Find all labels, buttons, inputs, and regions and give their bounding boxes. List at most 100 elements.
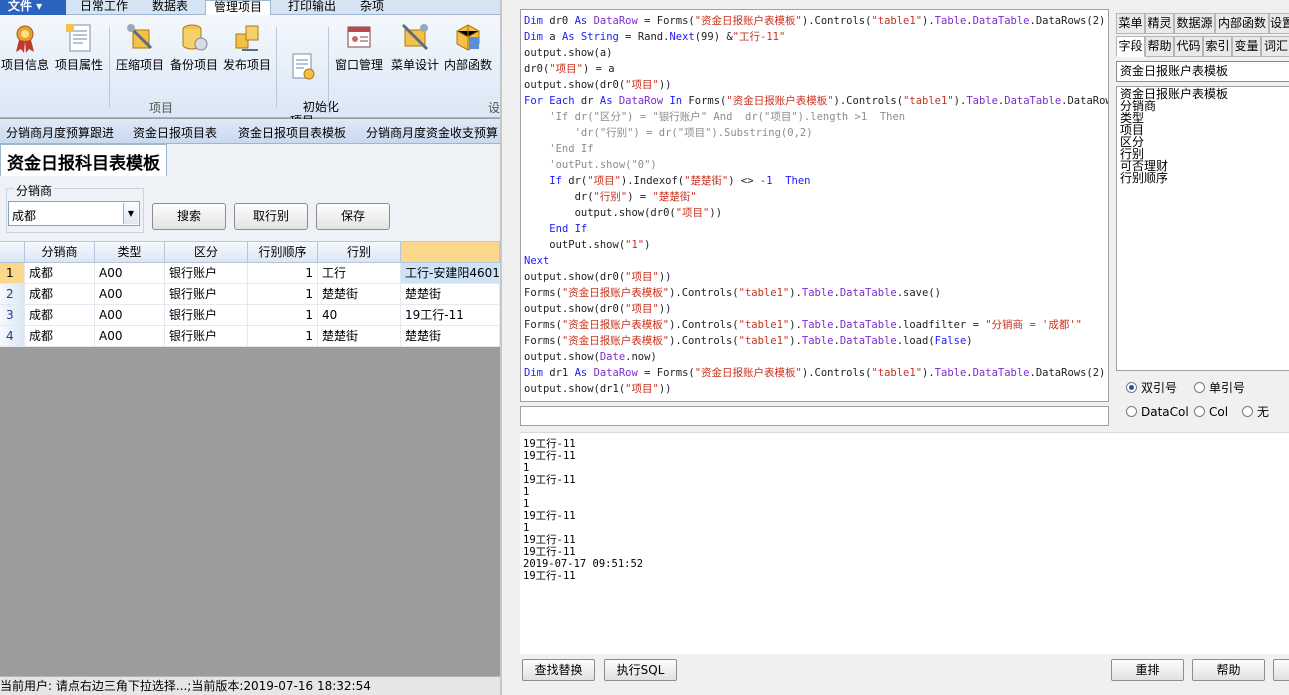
get-bank-type-button[interactable]: 取行别 — [234, 203, 308, 230]
tab-daily-work[interactable]: 日常工作 — [72, 0, 136, 15]
code-line[interactable]: Dim dr0 As DataRow = Forms("资金日报账户表模板").… — [524, 13, 1105, 29]
side-tab-datasource[interactable]: 数据源 — [1174, 13, 1215, 34]
radio-datacol[interactable]: DataCol — [1126, 405, 1189, 419]
row-number[interactable]: 4 — [0, 326, 25, 347]
field-list-item[interactable]: 行别顺序 — [1120, 172, 1168, 184]
code-editor[interactable]: Dim dr0 As DataRow = Forms("资金日报账户表模板").… — [520, 9, 1109, 402]
cell-distributor[interactable]: 成都 — [25, 284, 95, 305]
code-line[interactable]: End If — [524, 221, 587, 237]
cell-category[interactable]: 银行账户 — [165, 326, 248, 347]
cell-category[interactable]: 银行账户 — [165, 305, 248, 326]
radio-none[interactable]: 无 — [1242, 405, 1269, 419]
search-button[interactable]: 搜索 — [152, 203, 226, 230]
cell-bank-order[interactable]: 1 — [248, 263, 318, 284]
backup-project-button[interactable]: 备份项目 — [168, 22, 220, 72]
column-header-type[interactable]: 类型 — [95, 242, 165, 263]
side-tab-vocabulary[interactable]: 词汇 — [1261, 36, 1289, 57]
code-line[interactable]: If dr("项目").Indexof("楚楚街") <> -1 Then — [524, 173, 810, 189]
radio-single-quote[interactable]: 单引号 — [1194, 381, 1245, 395]
side-tab-fields[interactable]: 字段 — [1116, 36, 1145, 57]
project-properties-button[interactable]: 项目属性 — [52, 22, 106, 72]
reformat-button[interactable]: 重排 — [1111, 659, 1184, 681]
code-line[interactable]: Forms("资金日报账户表模板").Controls("table1").Ta… — [524, 285, 941, 301]
tab-misc[interactable]: 杂项 — [352, 0, 392, 15]
table-select[interactable]: 资金日报账户表模板 — [1116, 61, 1289, 82]
cell-project[interactable]: 19工行-11 — [401, 305, 500, 326]
cell-bank-order[interactable]: 1 — [248, 305, 318, 326]
code-line[interactable]: 'dr("行别") = dr("项目").Substring(0,2) — [524, 125, 813, 141]
table-row[interactable]: 1 成都 A00 银行账户 1 工行 工行-安建阳4601 — [0, 263, 500, 284]
code-line[interactable]: output.show(dr0("项目")) — [524, 301, 671, 317]
code-line[interactable]: dr0("项目") = a — [524, 61, 615, 77]
code-line[interactable]: Forms("资金日报账户表模板").Controls("table1").Ta… — [524, 317, 1082, 333]
side-tab-menu[interactable]: 菜单 — [1116, 13, 1145, 34]
cell-type[interactable]: A00 — [95, 305, 165, 326]
column-header-bank[interactable]: 行别 — [318, 242, 401, 263]
code-line[interactable]: Forms("资金日报账户表模板").Controls("table1").Ta… — [524, 333, 973, 349]
code-line[interactable]: 'If dr("区分") = "银行账户" And dr("项目").lengt… — [524, 109, 905, 125]
extra-button[interactable] — [1273, 659, 1289, 681]
cell-project[interactable]: 工行-安建阳4601 — [401, 263, 500, 284]
table-row[interactable]: 3 成都 A00 银行账户 1 40 19工行-11 — [0, 305, 500, 326]
radio-col[interactable]: Col — [1194, 405, 1228, 419]
cell-bank[interactable]: 工行 — [318, 263, 401, 284]
publish-project-button[interactable]: 发布项目 — [221, 22, 273, 72]
compress-project-button[interactable]: 压缩项目 — [113, 22, 167, 72]
code-line[interactable]: output.show(dr0("项目")) — [524, 77, 671, 93]
doc-tab-daily-project[interactable]: 资金日报项目表 — [133, 124, 217, 141]
code-line[interactable]: For Each dr As DataRow In Forms("资金日报账户表… — [524, 93, 1108, 109]
field-list[interactable]: 资金日报账户表模板 分销商 类型 项目 区分 行别 可否理财 行别顺序 — [1116, 86, 1289, 371]
help-button[interactable]: 帮助 — [1192, 659, 1265, 681]
cell-distributor[interactable]: 成都 — [25, 305, 95, 326]
cell-type[interactable]: A00 — [95, 284, 165, 305]
cell-project[interactable]: 楚楚街 — [401, 326, 500, 347]
project-info-button[interactable]: 项目信息 — [0, 22, 50, 72]
distributor-select[interactable]: 成都 ▼ — [8, 201, 140, 226]
code-line[interactable]: output.show(dr0("项目")) — [524, 269, 671, 285]
cell-type[interactable]: A00 — [95, 263, 165, 284]
side-tab-internal-functions[interactable]: 内部函数 — [1215, 13, 1269, 34]
side-tab-wizard[interactable]: 精灵 — [1145, 13, 1174, 34]
cell-bank[interactable]: 楚楚街 — [318, 326, 401, 347]
side-tab-settings[interactable]: 设置 — [1269, 13, 1289, 34]
side-tab-index[interactable]: 索引 — [1203, 36, 1232, 57]
grid-corner[interactable] — [0, 242, 25, 263]
save-button[interactable]: 保存 — [316, 203, 390, 230]
code-line[interactable]: Dim a As String = Rand.Next(99) &"工行-11" — [524, 29, 785, 45]
output-pane[interactable]: 19工行-11 19工行-11 1 19工行-11 1 1 19工行-11 1 19工行-11 1… — [520, 432, 1289, 654]
table-row[interactable]: 2 成都 A00 银行账户 1 楚楚街 楚楚街 — [0, 284, 500, 305]
chevron-down-icon[interactable]: ▼ — [123, 203, 138, 224]
radio-double-quote[interactable]: 双引号 — [1126, 381, 1177, 395]
window-manage-button[interactable]: 窗口管理 — [332, 22, 386, 72]
cell-distributor[interactable]: 成都 — [25, 326, 95, 347]
data-grid[interactable]: 分销商 类型 区分 行别顺序 行别 1 成都 A00 银行账户 1 工行 工行-… — [0, 241, 500, 347]
column-header-bank-order[interactable]: 行别顺序 — [248, 242, 318, 263]
code-line[interactable]: output.show(Date.now) — [524, 349, 657, 365]
cell-category[interactable]: 银行账户 — [165, 284, 248, 305]
code-line[interactable]: output.show(dr0("项目")) — [524, 205, 722, 221]
doc-tab-daily-project-template[interactable]: 资金日报项目表模板 — [238, 124, 346, 141]
cell-bank-order[interactable]: 1 — [248, 326, 318, 347]
table-row[interactable]: 4 成都 A00 银行账户 1 楚楚街 楚楚街 — [0, 326, 500, 347]
column-header-category[interactable]: 区分 — [165, 242, 248, 263]
code-line[interactable]: outPut.show("1") — [524, 237, 650, 253]
cell-bank-order[interactable]: 1 — [248, 284, 318, 305]
cell-distributor[interactable]: 成都 — [25, 263, 95, 284]
internal-functions-button[interactable]: 内部函数 — [442, 22, 494, 72]
menu-design-button[interactable]: 菜单设计 — [388, 22, 442, 72]
cell-bank[interactable]: 40 — [318, 305, 401, 326]
tab-data-table[interactable]: 数据表 — [144, 0, 196, 15]
find-replace-button[interactable]: 查找替换 — [522, 659, 595, 681]
doc-tab-distributor-cashflow[interactable]: 分销商月度资金收支预算 — [366, 124, 498, 141]
command-input[interactable] — [520, 406, 1109, 426]
code-line[interactable]: 'End If — [524, 141, 593, 157]
column-header-distributor[interactable]: 分销商 — [25, 242, 95, 263]
tab-print-output[interactable]: 打印输出 — [280, 0, 344, 15]
side-tab-help[interactable]: 帮助 — [1145, 36, 1174, 57]
cell-category[interactable]: 银行账户 — [165, 263, 248, 284]
code-line[interactable]: output.show(dr1("项目")) — [524, 381, 671, 397]
code-line[interactable]: output.show(a) — [524, 45, 613, 61]
side-tab-variables[interactable]: 变量 — [1232, 36, 1261, 57]
form-title[interactable]: 资金日报科目表模板 — [0, 144, 167, 176]
tab-manage-project[interactable]: 管理项目 — [205, 0, 272, 16]
